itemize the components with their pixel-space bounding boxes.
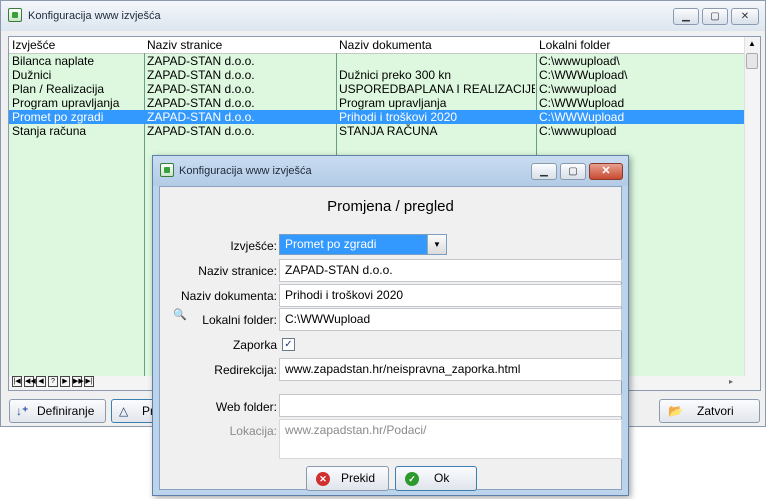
arrow-down-plus-icon: ↓⁺ xyxy=(16,404,29,418)
dialog-app-icon xyxy=(160,163,174,177)
ok-button-label: Ok xyxy=(434,471,450,485)
dialog-title: Konfiguracija www izvješća xyxy=(179,165,312,177)
grid-header: Izvješće Naziv stranice Naziv dokumenta … xyxy=(9,37,746,54)
vertical-scrollbar[interactable]: ▲ xyxy=(744,37,760,390)
cancel-button-label: Prekid xyxy=(341,471,376,485)
report-label: Izvješće: xyxy=(230,239,277,253)
table-row[interactable]: Bilanca naplate ZAPAD-STAN d.o.o. C:\wwwup… xyxy=(9,54,746,68)
nav-search-button[interactable]: ? xyxy=(48,376,58,387)
table-cell: Program upravljanja xyxy=(12,96,120,110)
password-checkbox[interactable]: ✓ xyxy=(282,338,295,351)
table-cell: USPOREDBAPLANA I REALIZACIJE xyxy=(339,82,535,96)
table-cell: Plan / Realizacija xyxy=(12,82,105,96)
dialog-heading: Promjena / pregled xyxy=(327,198,454,215)
triangle-up-icon: △ xyxy=(119,404,129,418)
minimize-icon: ▁ xyxy=(682,11,690,22)
table-cell: C:\wwwupload xyxy=(539,82,617,96)
report-select-value: Promet po zgradi xyxy=(285,237,377,251)
dialog-minimize-button[interactable]: ▁ xyxy=(531,163,557,180)
table-cell: ZAPAD-STAN d.o.o. xyxy=(147,68,255,82)
table-cell: Dužnici xyxy=(12,68,52,82)
table-cell: ZAPAD-STAN d.o.o. xyxy=(147,96,255,110)
folder-icon: 📂 xyxy=(668,404,683,418)
checkmark-icon: ✓ xyxy=(284,339,293,350)
table-cell: ZAPAD-STAN d.o.o. xyxy=(147,124,255,138)
cancel-icon: ✕ xyxy=(316,472,330,486)
maximize-icon: ▢ xyxy=(568,166,578,177)
chevron-down-icon[interactable]: ▼ xyxy=(427,235,446,254)
dialog-maximize-button[interactable]: ▢ xyxy=(560,163,586,180)
web-folder-label: Web folder: xyxy=(215,400,277,414)
table-row[interactable]: Promet po zgradi ZAPAD-STAN d.o.o. Prihodi… xyxy=(9,110,746,124)
redirect-field[interactable]: www.zapadstan.hr/neispravna_zaporka.html xyxy=(279,358,622,381)
redirect-label: Redirekcija: xyxy=(214,363,277,377)
scroll-right-icon[interactable]: ▸ xyxy=(729,377,733,386)
scroll-up-icon[interactable]: ▲ xyxy=(748,39,756,48)
page-name-field[interactable]: ZAPAD-STAN d.o.o. xyxy=(279,259,622,282)
main-window-title: Konfiguracija www izvješća xyxy=(28,10,161,22)
table-row[interactable]: Program upravljanja ZAPAD-STAN d.o.o. Prog… xyxy=(9,96,746,110)
table-cell: C:\wwwupload\ xyxy=(539,54,620,68)
doc-name-label: Naziv dokumenta: xyxy=(180,289,277,303)
column-header-report[interactable]: Izvješće xyxy=(12,38,55,52)
nav-prev-page-button[interactable]: ◀◀ xyxy=(24,376,36,387)
table-cell: ZAPAD-STAN d.o.o. xyxy=(147,54,255,68)
dialog-body: Promjena / pregled Izvješće: Promet po z… xyxy=(159,186,622,491)
nav-first-button[interactable]: |◀ xyxy=(12,376,22,387)
cancel-button[interactable]: ✕ Prekid xyxy=(306,466,389,491)
edit-dialog: Konfiguracija www izvješća ▁ ▢ ✕ Promjen… xyxy=(152,155,629,496)
column-header-local-folder[interactable]: Lokalni folder xyxy=(539,38,610,52)
app-icon xyxy=(8,8,22,22)
table-cell: C:\WWWupload xyxy=(539,96,625,110)
minimize-button[interactable]: ▁ xyxy=(673,8,699,25)
location-label: Lokacija: xyxy=(229,424,277,438)
nav-prev-button[interactable]: ◀ xyxy=(36,376,46,387)
table-cell: Stanja računa xyxy=(12,124,87,138)
table-row[interactable]: Dužnici ZAPAD-STAN d.o.o. Dužnici preko 30… xyxy=(9,68,746,82)
table-cell: C:\WWWupload xyxy=(539,110,625,124)
ok-button[interactable]: ✓ Ok xyxy=(395,466,477,491)
close-icon: ✕ xyxy=(601,165,611,177)
table-cell: STANJA RAČUNA xyxy=(339,124,438,138)
nav-next-button[interactable]: ▶ xyxy=(60,376,70,387)
table-cell: ZAPAD-STAN d.o.o. xyxy=(147,82,255,96)
table-cell: ZAPAD-STAN d.o.o. xyxy=(147,110,255,124)
column-header-doc-name[interactable]: Naziv dokumenta xyxy=(339,38,432,52)
location-field: www.zapadstan.hr/Podaci/ xyxy=(279,419,622,459)
maximize-button[interactable]: ▢ xyxy=(702,8,728,25)
local-folder-label: Lokalni folder: xyxy=(202,313,277,327)
dialog-titlebar[interactable]: Konfiguracija www izvješća ▁ ▢ ✕ xyxy=(153,156,628,186)
table-cell: C:\wwwupload xyxy=(539,124,617,138)
table-row[interactable]: Plan / Realizacija ZAPAD-STAN d.o.o. USPOR… xyxy=(9,82,746,96)
nav-last-button[interactable]: ▶| xyxy=(84,376,94,387)
report-select[interactable]: Promet po zgradi ▼ xyxy=(279,234,447,255)
table-cell: C:\WWWupload\ xyxy=(539,68,628,82)
define-button-label: Definiranje xyxy=(37,404,95,418)
nav-next-page-button[interactable]: ▶▶ xyxy=(72,376,84,387)
doc-name-field[interactable]: Prihodi i troškovi 2020 xyxy=(279,284,622,307)
define-button[interactable]: ↓⁺ Definiranje xyxy=(9,399,106,423)
web-folder-field[interactable] xyxy=(279,394,622,417)
scroll-thumb[interactable] xyxy=(746,53,758,69)
table-cell: Dužnici preko 300 kn xyxy=(339,68,452,82)
close-window-button-label: Zatvori xyxy=(697,404,734,418)
maximize-icon: ▢ xyxy=(710,11,720,22)
dialog-close-button[interactable]: ✕ xyxy=(589,163,623,180)
main-titlebar[interactable]: Konfiguracija www izvješća ▁ ▢ ✕ xyxy=(1,1,765,31)
table-cell: Program upravljanja xyxy=(339,96,447,110)
page-name-label: Naziv stranice: xyxy=(198,264,277,278)
table-cell: Prihodi i troškovi 2020 xyxy=(339,110,458,124)
password-label: Zaporka xyxy=(232,338,277,352)
table-cell: Promet po zgradi xyxy=(12,110,104,124)
minimize-icon: ▁ xyxy=(540,166,548,177)
table-cell: Bilanca naplate xyxy=(12,54,95,68)
close-icon: ✕ xyxy=(740,11,750,22)
close-window-button[interactable]: 📂 Zatvori xyxy=(659,399,760,423)
column-header-page-name[interactable]: Naziv stranice xyxy=(147,38,222,52)
local-folder-field[interactable]: C:\WWWupload xyxy=(279,308,622,331)
table-row[interactable]: Stanja računa ZAPAD-STAN d.o.o. STANJA RAČ… xyxy=(9,124,746,138)
close-button[interactable]: ✕ xyxy=(731,8,759,25)
checkmark-circle-icon: ✓ xyxy=(405,472,419,486)
